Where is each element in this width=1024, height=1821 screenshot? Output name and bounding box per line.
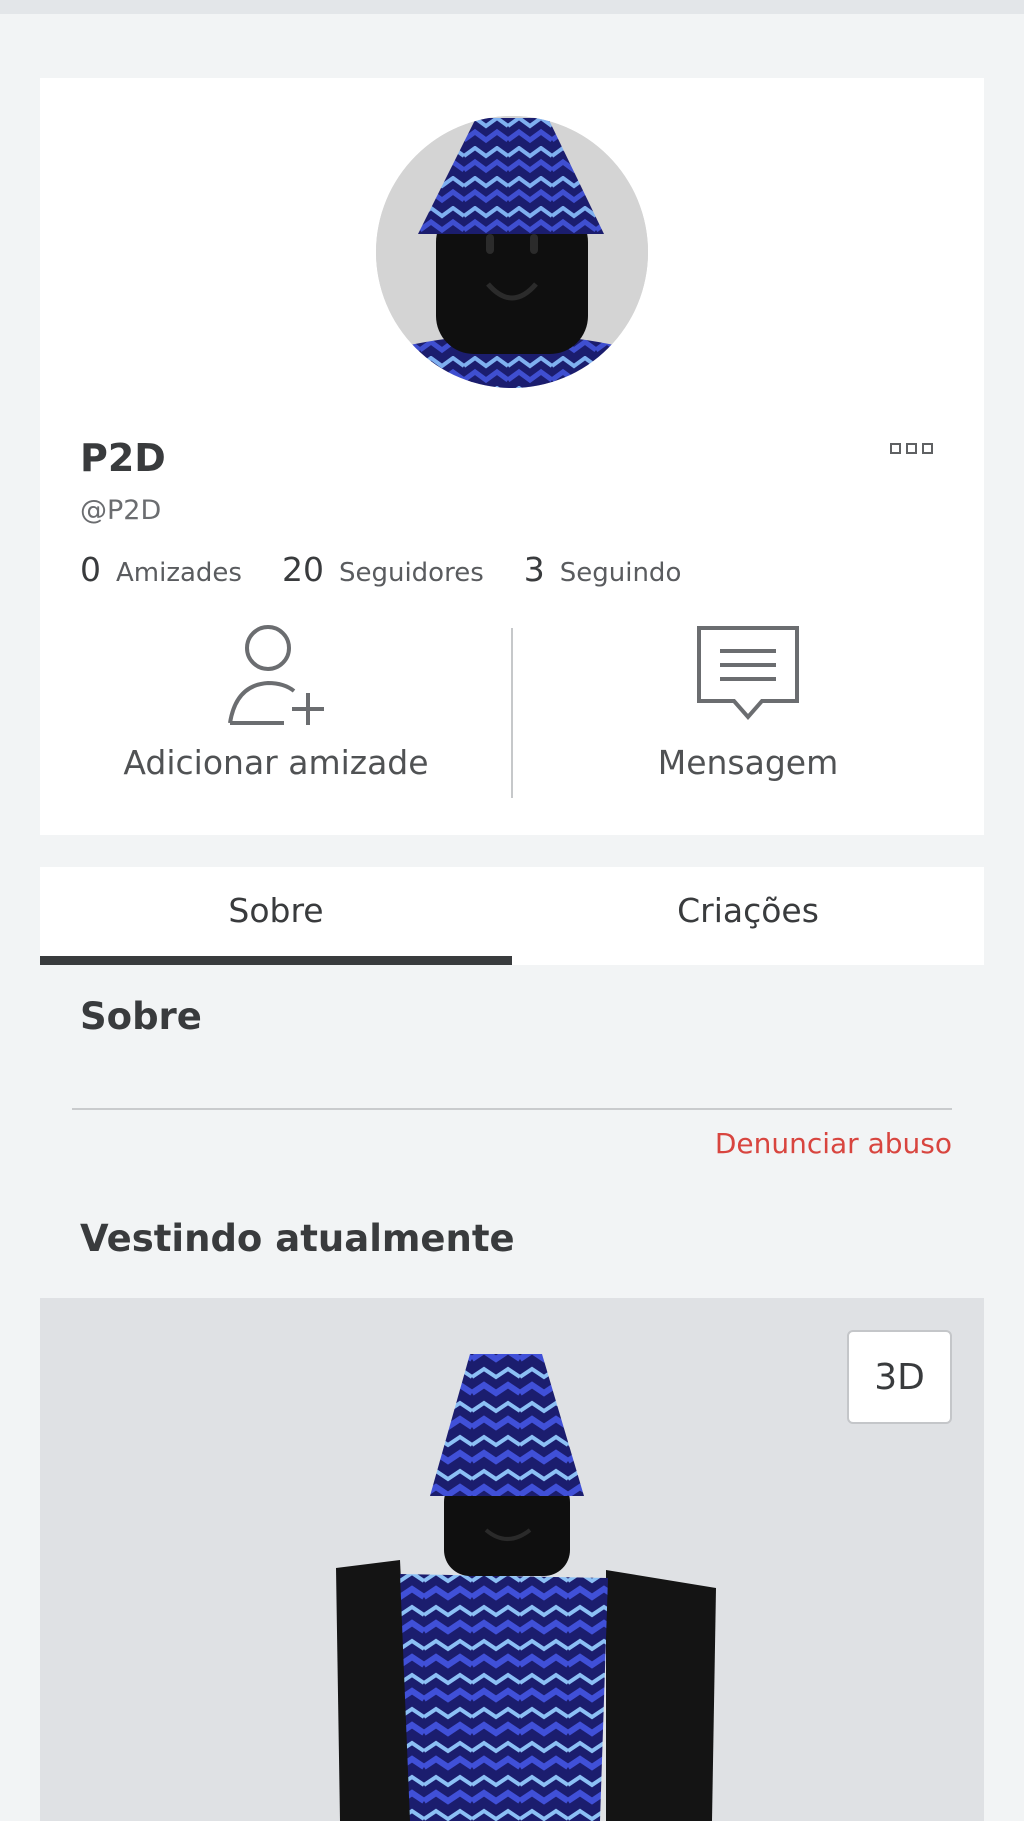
profile-stats: 0 Amizades 20 Seguidores 3 Seguindo bbox=[80, 550, 721, 589]
message-button[interactable]: Mensagem bbox=[512, 623, 984, 803]
stat-following[interactable]: 3 Seguindo bbox=[524, 550, 682, 589]
view-3d-button[interactable]: 3D bbox=[847, 1330, 952, 1424]
about-divider bbox=[72, 1108, 952, 1110]
active-tab-indicator bbox=[40, 956, 512, 965]
stat-label: Seguindo bbox=[559, 558, 682, 588]
stat-count: 0 bbox=[80, 550, 101, 589]
avatar-viewer[interactable]: 3D bbox=[40, 1298, 984, 1821]
avatar-full-body-image bbox=[336, 1354, 716, 1821]
stat-count: 3 bbox=[523, 550, 545, 589]
add-friend-label: Adicionar amizade bbox=[123, 743, 429, 782]
tab-creations[interactable]: Criações bbox=[512, 867, 984, 965]
username: @P2D bbox=[80, 495, 162, 526]
stat-followers[interactable]: 20 Seguidores bbox=[282, 550, 484, 589]
stat-label: Seguidores bbox=[338, 558, 484, 588]
more-options-icon[interactable] bbox=[883, 433, 939, 463]
currently-wearing-title: Vestindo atualmente bbox=[80, 1217, 515, 1260]
message-icon bbox=[697, 626, 799, 721]
stat-count: 20 bbox=[281, 550, 324, 589]
profile-tabs: Sobre Criações bbox=[40, 867, 984, 965]
tab-about-label: Sobre bbox=[228, 891, 324, 930]
tab-creations-label: Criações bbox=[677, 891, 819, 930]
stat-label: Amizades bbox=[116, 558, 242, 588]
message-label: Mensagem bbox=[657, 743, 839, 782]
add-friend-button[interactable]: Adicionar amizade bbox=[40, 623, 512, 803]
avatar-headshot-image bbox=[376, 116, 648, 388]
display-name: P2D bbox=[80, 436, 166, 480]
report-abuse-link[interactable]: Denunciar abuso bbox=[715, 1127, 952, 1160]
profile-header-card: P2D @P2D 0 Amizades 20 Seguidores 3 Segu… bbox=[40, 78, 984, 835]
add-friend-icon bbox=[228, 625, 324, 725]
top-bar-strip bbox=[0, 0, 1024, 14]
tab-about[interactable]: Sobre bbox=[40, 867, 512, 965]
about-section-title: Sobre bbox=[80, 995, 202, 1038]
stat-friends[interactable]: 0 Amizades bbox=[80, 550, 242, 589]
avatar[interactable] bbox=[376, 116, 648, 388]
